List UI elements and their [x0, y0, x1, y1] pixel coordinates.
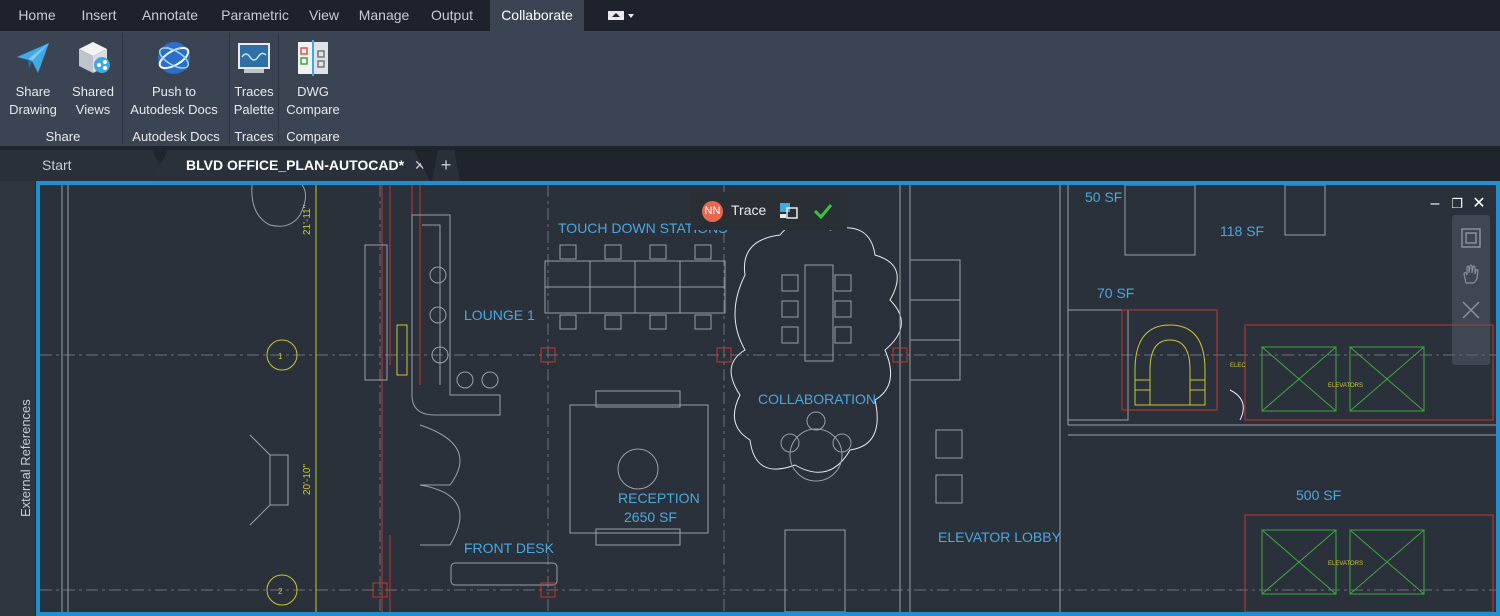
share-drawing-label-2: Drawing: [9, 102, 57, 117]
shared-views-label: Shared: [72, 84, 114, 99]
external-references-label: External References: [18, 399, 33, 517]
drawing-tab-title: BLVD OFFICE_PLAN-AUTOCAD*: [186, 157, 405, 173]
external-references-palette[interactable]: External References: [0, 181, 36, 616]
navigation-bar: [1452, 215, 1490, 365]
trace-palette-toggle-icon[interactable]: [779, 202, 799, 220]
drawing-viewport[interactable]: TOUCH DOWN STATIONS LOUNGE 1 COLLABORATI…: [36, 181, 1500, 616]
dwg-compare-icon: [298, 40, 328, 76]
push-to-docs-label: Push to: [151, 84, 197, 99]
tab-output[interactable]: Output: [424, 0, 480, 31]
ribbon-display-dropdown[interactable]: [600, 0, 640, 31]
ribbon-separator: [278, 33, 279, 144]
autodesk-docs-panel-title: Autodesk Docs: [132, 129, 220, 144]
file-tab-bar: Start BLVD OFFICE_PLAN-AUTOCAD* ✕ +: [0, 146, 1500, 181]
close-icon[interactable]: ✕: [1470, 195, 1488, 213]
ribbon-separator: [229, 33, 230, 144]
share-drawing-button[interactable]: Share Drawing: [4, 31, 62, 129]
tab-parametric[interactable]: Parametric: [214, 0, 296, 31]
shared-views-button[interactable]: Shared Views: [66, 31, 120, 129]
room-area-118sf: 118 SF: [1220, 223, 1265, 239]
share-panel-title: Share: [45, 129, 81, 144]
restore-icon[interactable]: ❐: [1448, 195, 1466, 213]
paper-plane-icon: [17, 43, 49, 73]
ribbon-minimize-icon: [608, 11, 634, 20]
new-tab-button[interactable]: +: [432, 150, 460, 181]
autodesk-docs-globe-icon: [158, 42, 190, 74]
dwg-compare-label: DWG: [297, 84, 329, 99]
start-tab[interactable]: Start: [0, 150, 168, 181]
traces-palette-icon: [238, 43, 270, 73]
traces-palette-label-2: Palette: [233, 102, 275, 117]
push-to-autodesk-docs-button[interactable]: Push to Autodesk Docs: [124, 31, 224, 129]
room-label-lounge: LOUNGE 1: [464, 307, 535, 323]
minimize-icon[interactable]: –: [1426, 195, 1444, 213]
tab-view[interactable]: View: [302, 0, 346, 31]
room-label-front-desk: FRONT DESK: [464, 540, 554, 556]
tab-home[interactable]: Home: [10, 0, 64, 31]
tab-annotate[interactable]: Annotate: [134, 0, 206, 31]
dwg-compare-button[interactable]: DWG Compare: [280, 31, 346, 129]
steering-wheel-icon[interactable]: [1460, 227, 1482, 249]
ribbon-separator: [122, 33, 123, 144]
room-area-reception: 2650 SF: [624, 509, 677, 525]
room-area-70sf: 70 SF: [1097, 285, 1135, 301]
close-tab-icon[interactable]: ✕: [414, 157, 426, 173]
zoom-extents-icon[interactable]: [1460, 299, 1482, 321]
room-label-elec: ELEC: [1230, 363, 1246, 369]
tab-insert[interactable]: Insert: [74, 0, 124, 31]
shared-views-label-2: Views: [75, 102, 111, 117]
traces-panel-title: Traces: [234, 129, 274, 144]
room-area-50sf: 50 SF: [1085, 189, 1123, 205]
room-label-elevators-2: ELEVATORS: [1328, 561, 1364, 567]
room-label-collaboration: COLLABORATION: [758, 391, 876, 407]
trace-user-avatar: NN: [702, 201, 723, 222]
ribbon-tab-bar: Home Insert Annotate Parametric View Man…: [0, 0, 1500, 31]
tab-collaborate[interactable]: Collaborate: [490, 0, 584, 31]
tab-manage[interactable]: Manage: [352, 0, 416, 31]
grid-bubble-2: 2: [278, 587, 283, 596]
dimension-text-1: 21'-11": [302, 204, 313, 235]
dwg-compare-label-2: Compare: [286, 102, 340, 117]
shared-views-cube-icon: [79, 42, 110, 73]
grid-bubble-1: 1: [278, 352, 283, 361]
room-label-elevator-lobby: ELEVATOR LOBBY: [938, 529, 1061, 545]
room-area-500sf: 500 SF: [1296, 487, 1342, 503]
check-icon[interactable]: [813, 202, 833, 220]
ribbon-panel: Share Drawing Shared Views Push to Autod…: [0, 31, 1500, 146]
drawing-tab-active[interactable]: BLVD OFFICE_PLAN-AUTOCAD* ✕: [152, 150, 430, 181]
share-drawing-label: Share: [15, 84, 51, 99]
push-to-docs-label-2: Autodesk Docs: [130, 102, 218, 117]
dimension-text-2: 20'-10": [302, 463, 313, 495]
trace-label: Trace: [731, 202, 767, 218]
pan-hand-icon[interactable]: [1460, 263, 1482, 285]
traces-palette-button[interactable]: Traces Palette: [231, 31, 277, 129]
traces-palette-label: Traces: [234, 84, 274, 99]
compare-panel-title: Compare: [286, 129, 340, 144]
room-label-elevators: ELEVATORS: [1328, 383, 1364, 389]
trace-toolbar: NN Trace: [691, 192, 847, 230]
room-label-reception: RECEPTION: [618, 490, 700, 506]
